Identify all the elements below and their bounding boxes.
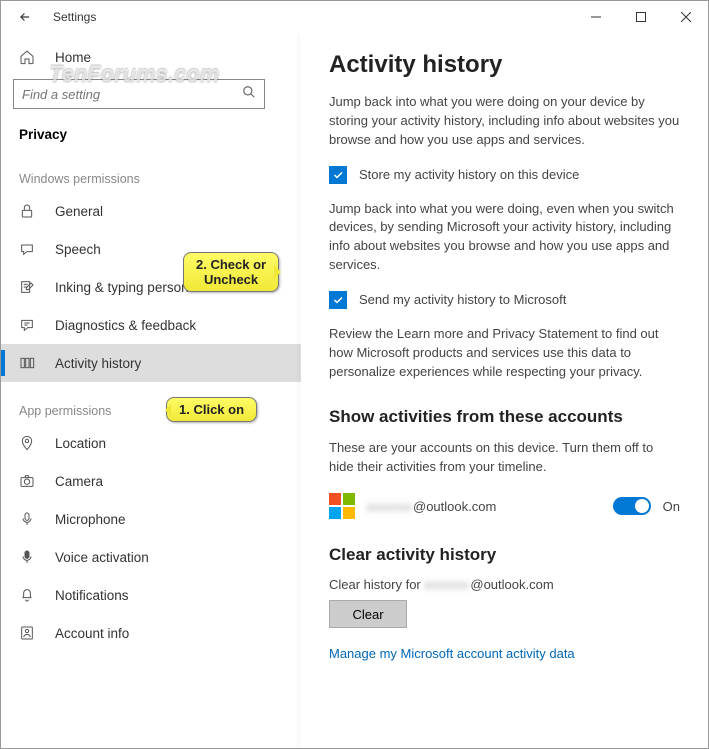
clear-button[interactable]: Clear bbox=[329, 600, 407, 628]
sidebar-item-notifications[interactable]: Notifications bbox=[1, 576, 301, 614]
speech-icon bbox=[17, 241, 37, 257]
page-title: Activity history bbox=[329, 51, 680, 79]
back-button[interactable] bbox=[13, 5, 37, 29]
description-2: Jump back into what you were doing, even… bbox=[329, 200, 680, 275]
voice-icon bbox=[17, 549, 37, 565]
section-heading-accounts: Show activities from these accounts bbox=[329, 407, 680, 427]
sidebar-item-general[interactable]: General bbox=[1, 192, 301, 230]
checkbox-send-history[interactable]: Send my activity history to Microsoft bbox=[329, 291, 680, 309]
sidebar-item-label: Speech bbox=[55, 242, 101, 257]
search-icon bbox=[242, 85, 256, 104]
checkbox-icon bbox=[329, 291, 347, 309]
search-box[interactable] bbox=[13, 79, 265, 109]
toggle-state-label: On bbox=[663, 499, 680, 514]
sidebar-item-label: General bbox=[55, 204, 103, 219]
microsoft-logo-icon bbox=[329, 493, 355, 519]
section-header-windows: Windows permissions bbox=[1, 150, 301, 192]
description-3: Review the Learn more and Privacy Statem… bbox=[329, 325, 680, 382]
current-page-label[interactable]: Privacy bbox=[1, 119, 301, 150]
title-bar: Settings bbox=[1, 1, 708, 33]
sidebar-item-location[interactable]: Location bbox=[1, 424, 301, 462]
sidebar-item-label: Account info bbox=[55, 626, 129, 641]
sidebar-item-account-info[interactable]: Account info bbox=[1, 614, 301, 652]
close-button[interactable] bbox=[663, 2, 708, 32]
camera-icon bbox=[17, 473, 37, 489]
sidebar-item-label: Activity history bbox=[55, 356, 141, 371]
account-toggle[interactable] bbox=[613, 497, 651, 515]
clear-label: Clear history for xxxxxx@outlook.com bbox=[329, 577, 680, 592]
section-heading-clear: Clear activity history bbox=[329, 545, 680, 565]
sidebar-item-microphone[interactable]: Microphone bbox=[1, 500, 301, 538]
location-icon bbox=[17, 435, 37, 451]
microphone-icon bbox=[17, 511, 37, 527]
search-input[interactable] bbox=[22, 87, 242, 102]
description-1: Jump back into what you were doing on yo… bbox=[329, 93, 680, 150]
sidebar-item-label: Camera bbox=[55, 474, 103, 489]
account-icon bbox=[17, 625, 37, 641]
sidebar-item-label: Voice activation bbox=[55, 550, 149, 565]
account-row: xxxxxx@outlook.com On bbox=[329, 493, 680, 519]
sidebar-item-label: Location bbox=[55, 436, 106, 451]
sidebar: Home Privacy Windows permissions General… bbox=[1, 33, 301, 748]
sidebar-item-voice-activation[interactable]: Voice activation bbox=[1, 538, 301, 576]
home-icon bbox=[17, 49, 37, 65]
description-4: These are your accounts on this device. … bbox=[329, 439, 680, 477]
content-area: Activity history Jump back into what you… bbox=[301, 33, 708, 748]
sidebar-item-label: Microphone bbox=[55, 512, 126, 527]
sidebar-item-activity-history[interactable]: Activity history bbox=[1, 344, 301, 382]
checkbox-store-history[interactable]: Store my activity history on this device bbox=[329, 166, 680, 184]
checkbox-icon bbox=[329, 166, 347, 184]
maximize-button[interactable] bbox=[618, 2, 663, 32]
sidebar-item-label: Diagnostics & feedback bbox=[55, 318, 196, 333]
lock-icon bbox=[17, 203, 37, 219]
inking-icon bbox=[17, 279, 37, 295]
sidebar-item-diagnostics[interactable]: Diagnostics & feedback bbox=[1, 306, 301, 344]
manage-account-link[interactable]: Manage my Microsoft account activity dat… bbox=[329, 646, 575, 661]
window-title: Settings bbox=[53, 10, 96, 24]
home-label: Home bbox=[55, 50, 91, 65]
feedback-icon bbox=[17, 317, 37, 333]
activity-icon bbox=[17, 355, 37, 371]
annotation-callout-1: 1. Click on bbox=[166, 397, 257, 422]
sidebar-item-camera[interactable]: Camera bbox=[1, 462, 301, 500]
checkbox-label: Store my activity history on this device bbox=[359, 167, 579, 182]
window-controls bbox=[573, 2, 708, 32]
minimize-button[interactable] bbox=[573, 2, 618, 32]
notifications-icon bbox=[17, 587, 37, 603]
sidebar-item-label: Notifications bbox=[55, 588, 129, 603]
annotation-callout-2: 2. Check or Uncheck bbox=[183, 252, 279, 292]
account-email: xxxxxx@outlook.com bbox=[367, 499, 496, 514]
checkbox-label: Send my activity history to Microsoft bbox=[359, 292, 566, 307]
home-nav[interactable]: Home bbox=[1, 41, 301, 73]
